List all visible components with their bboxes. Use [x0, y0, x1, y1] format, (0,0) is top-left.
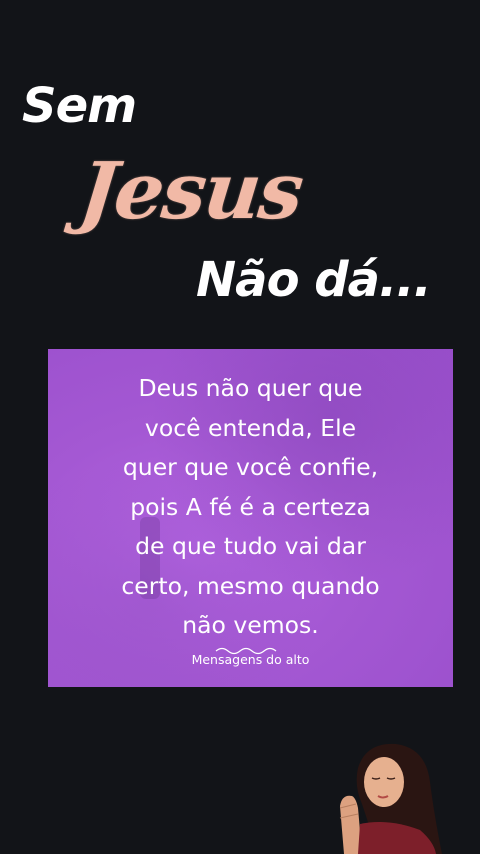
quote-text: Deus não quer que você entenda, Ele quer…	[121, 374, 380, 639]
brand-label: Mensagens do alto	[191, 652, 310, 667]
headline-jesus: Jesus	[75, 146, 306, 237]
praying-woman-icon	[339, 743, 442, 854]
headline-sem: Sem	[22, 78, 137, 134]
headline-nao-da: Não dá...	[196, 252, 432, 308]
quote-card: Deus não quer que você entenda, Ele quer…	[48, 349, 453, 687]
